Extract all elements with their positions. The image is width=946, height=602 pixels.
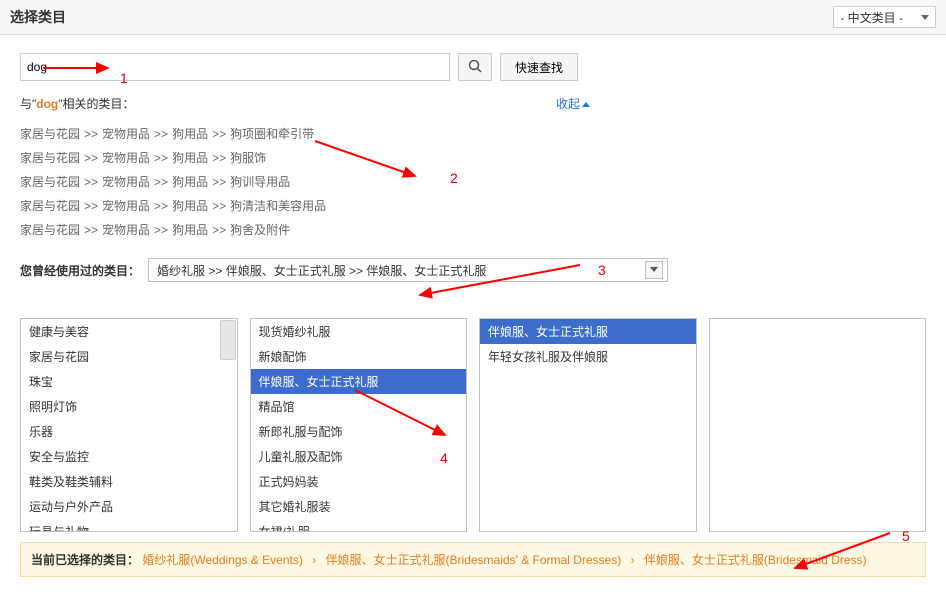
- search-row: 快速查找: [20, 53, 926, 81]
- annotation-num-2: 2: [450, 170, 458, 186]
- chevron-down-icon: [645, 261, 663, 279]
- search-button[interactable]: [458, 53, 492, 81]
- language-select[interactable]: - 中文类目 -: [833, 6, 936, 28]
- previous-used-label: 您曾经使用过的类目：: [20, 262, 140, 279]
- category-item[interactable]: 鞋类及鞋类辅料: [21, 469, 237, 494]
- suggested-paths: 家居与花园>>宠物用品>>狗用品>>狗项圈和牵引带家居与花园>>宠物用品>>狗用…: [20, 122, 926, 242]
- annotation-num-1: 1: [120, 70, 128, 86]
- category-col-3[interactable]: 伴娘服、女士正式礼服年轻女孩礼服及伴娘服: [479, 318, 697, 532]
- category-item[interactable]: 儿童礼服及配饰: [251, 444, 467, 469]
- search-section: 快速查找 与"dog"相关的类目： 收起 家居与花园>>宠物用品>>狗用品>>狗…: [0, 35, 946, 308]
- chevron-up-icon: [582, 97, 590, 111]
- breadcrumb-part-2[interactable]: 伴娘服、女士正式礼服(Bridesmaid Dress): [644, 553, 867, 567]
- search-keyword: dog: [36, 97, 58, 111]
- category-item[interactable]: 女裙/礼服: [251, 519, 467, 532]
- annotation-num-4: 4: [440, 450, 448, 466]
- breadcrumb-bar: 当前已选择的类目： 婚纱礼服(Weddings & Events) › 伴娘服、…: [20, 542, 926, 577]
- suggested-path[interactable]: 家居与花园>>宠物用品>>狗用品>>狗训导用品: [20, 170, 926, 194]
- quick-search-button[interactable]: 快速查找: [500, 53, 578, 81]
- search-input[interactable]: [20, 53, 450, 81]
- category-item[interactable]: 现货婚纱礼服: [251, 319, 467, 344]
- suggested-path[interactable]: 家居与花园>>宠物用品>>狗用品>>狗服饰: [20, 146, 926, 170]
- category-item[interactable]: 玩具与礼物: [21, 519, 237, 532]
- category-item[interactable]: 珠宝: [21, 369, 237, 394]
- suggested-path[interactable]: 家居与花园>>宠物用品>>狗用品>>狗清洁和美容用品: [20, 194, 926, 218]
- category-item[interactable]: 新娘配饰: [251, 344, 467, 369]
- page-title: 选择类目: [10, 7, 66, 27]
- category-item[interactable]: 健康与美容: [21, 319, 237, 344]
- annotation-num-3: 3: [598, 262, 606, 278]
- category-item[interactable]: 家居与花园: [21, 344, 237, 369]
- search-icon: [468, 59, 482, 76]
- category-columns: 健康与美容家居与花园珠宝照明灯饰乐器安全与监控鞋类及鞋类辅料运动与户外产品玩具与…: [0, 308, 946, 542]
- previous-used-value: 婚纱礼服 >> 伴娘服、女士正式礼服 >> 伴娘服、女士正式礼服: [157, 262, 486, 279]
- breadcrumb-label: 当前已选择的类目：: [31, 553, 139, 567]
- breadcrumb-part-1[interactable]: 伴娘服、女士正式礼服(Bridesmaids' & Formal Dresses…: [326, 553, 622, 567]
- collapse-link[interactable]: 收起: [556, 95, 590, 112]
- language-select-label: - 中文类目 -: [840, 9, 903, 26]
- category-item[interactable]: 其它婚礼服装: [251, 494, 467, 519]
- category-item[interactable]: 年轻女孩礼服及伴娘服: [480, 344, 696, 369]
- related-heading: 与"dog"相关的类目： 收起: [20, 95, 590, 112]
- suggested-path[interactable]: 家居与花园>>宠物用品>>狗用品>>狗舍及附件: [20, 218, 926, 242]
- related-label: 与"dog"相关的类目：: [20, 95, 135, 112]
- previous-used-select[interactable]: 婚纱礼服 >> 伴娘服、女士正式礼服 >> 伴娘服、女士正式礼服: [148, 258, 668, 282]
- scrollbar-thumb[interactable]: [220, 320, 236, 360]
- category-item[interactable]: 新郎礼服与配饰: [251, 419, 467, 444]
- category-col-4[interactable]: [709, 318, 927, 532]
- app-root: 选择类目 - 中文类目 - 快速查找 与"dog"相关的类目： 收起: [0, 0, 946, 577]
- category-item[interactable]: 乐器: [21, 419, 237, 444]
- previous-used-row: 您曾经使用过的类目： 婚纱礼服 >> 伴娘服、女士正式礼服 >> 伴娘服、女士正…: [20, 258, 926, 282]
- category-col-1[interactable]: 健康与美容家居与花园珠宝照明灯饰乐器安全与监控鞋类及鞋类辅料运动与户外产品玩具与…: [20, 318, 238, 532]
- suggested-path[interactable]: 家居与花园>>宠物用品>>狗用品>>狗项圈和牵引带: [20, 122, 926, 146]
- category-item[interactable]: 照明灯饰: [21, 394, 237, 419]
- category-item[interactable]: 运动与户外产品: [21, 494, 237, 519]
- category-item[interactable]: 精品馆: [251, 394, 467, 419]
- breadcrumb-part-0[interactable]: 婚纱礼服(Weddings & Events): [142, 553, 303, 567]
- header: 选择类目 - 中文类目 -: [0, 0, 946, 35]
- category-item[interactable]: 安全与监控: [21, 444, 237, 469]
- category-item[interactable]: 伴娘服、女士正式礼服: [480, 319, 696, 344]
- annotation-num-5: 5: [902, 528, 910, 544]
- category-col-2[interactable]: 现货婚纱礼服新娘配饰伴娘服、女士正式礼服精品馆新郎礼服与配饰儿童礼服及配饰正式妈…: [250, 318, 468, 532]
- chevron-down-icon: [921, 10, 929, 24]
- category-item[interactable]: 伴娘服、女士正式礼服: [251, 369, 467, 394]
- category-item[interactable]: 正式妈妈装: [251, 469, 467, 494]
